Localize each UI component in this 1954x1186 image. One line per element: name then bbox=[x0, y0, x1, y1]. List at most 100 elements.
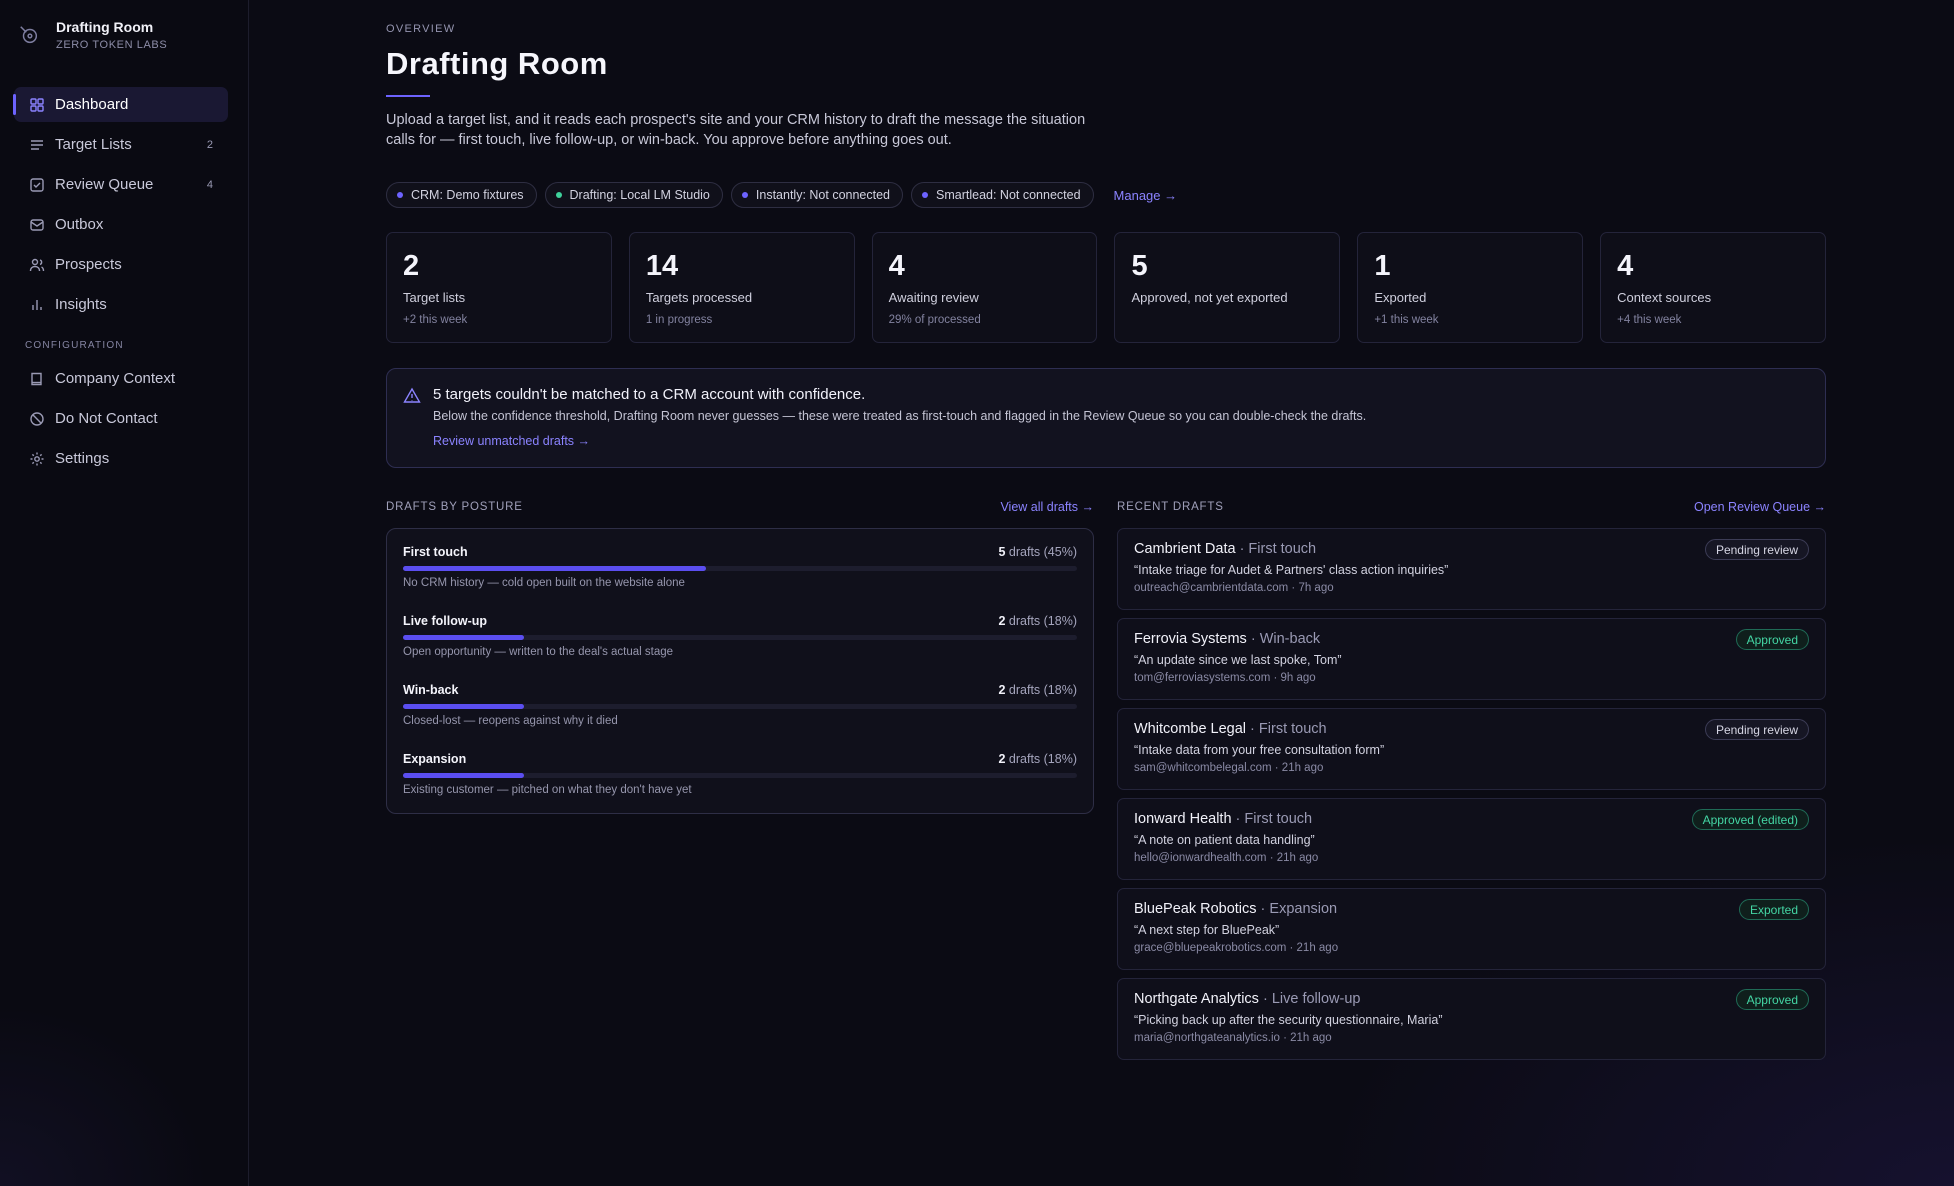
stat-label: Target lists bbox=[403, 290, 466, 305]
status-badge: Exported bbox=[1738, 899, 1809, 920]
checkbox-icon bbox=[29, 177, 45, 193]
sidebar-item-do-not-contact[interactable]: Do Not Contact bbox=[14, 401, 228, 436]
alert-body: Below the confidence threshold, Drafting… bbox=[433, 409, 1367, 423]
status-dot bbox=[555, 192, 562, 198]
stat-sub: +2 this week bbox=[403, 314, 468, 326]
stat-label: Exported bbox=[1374, 290, 1427, 305]
block-icon bbox=[29, 411, 45, 427]
sidebar-item-label: Outbox bbox=[55, 216, 104, 233]
sidebar-item-prospects[interactable]: Prospects bbox=[14, 247, 228, 282]
sidebar-item-label: Insights bbox=[55, 296, 107, 313]
status-dot bbox=[397, 192, 403, 198]
draft-company: BluePeak Robotics bbox=[1134, 901, 1257, 917]
stat-sub: +4 this week bbox=[1617, 314, 1682, 326]
page-title: Drafting Room bbox=[386, 46, 608, 81]
draft-card[interactable]: Northgate Analytics · Live follow-up “Pi… bbox=[1117, 978, 1826, 1060]
chip-label: Instantly: Not connected bbox=[755, 188, 890, 202]
users-icon bbox=[29, 257, 45, 273]
draft-meta: sam@whitcombelegal.com · 21h ago bbox=[1134, 762, 1324, 774]
draft-company: Ionward Health bbox=[1134, 811, 1232, 827]
stat-value: 2 bbox=[403, 250, 420, 282]
stats-row: 2 Target lists +2 this week 14 Targets p… bbox=[386, 232, 1826, 343]
posture-bar-fill bbox=[403, 704, 525, 709]
sidebar-item-label: Company Context bbox=[55, 370, 176, 387]
sidebar-item-label: Target Lists bbox=[55, 136, 132, 153]
draft-subject: “A next step for BluePeak” bbox=[1134, 923, 1280, 937]
draft-meta: hello@ionwardhealth.com · 21h ago bbox=[1134, 852, 1319, 864]
brand-org: ZERO TOKEN LABS bbox=[56, 39, 168, 51]
status-dot bbox=[741, 192, 748, 198]
gear-icon bbox=[29, 451, 45, 467]
chip-smartlead[interactable]: Smartlead: Not connected bbox=[911, 182, 1094, 208]
unmatched-alert: 5 targets couldn't be matched to a CRM a… bbox=[386, 368, 1826, 468]
sidebar-item-insights[interactable]: Insights bbox=[14, 287, 228, 322]
stat-value: 5 bbox=[1131, 250, 1148, 282]
chip-instantly[interactable]: Instantly: Not connected bbox=[730, 182, 903, 208]
posture-row-first-touch[interactable]: First touch 5 drafts (45%) No CRM history… bbox=[403, 545, 1077, 614]
stat-value: 4 bbox=[1617, 250, 1634, 282]
config-section-title: CONFIGURATION bbox=[25, 340, 124, 351]
posture-desc: No CRM history — cold open built on the … bbox=[403, 577, 685, 589]
sidebar-item-label: Prospects bbox=[55, 256, 122, 273]
sidebar-item-outbox[interactable]: Outbox bbox=[14, 207, 228, 242]
sidebar-item-settings[interactable]: Settings bbox=[14, 441, 228, 476]
list-icon bbox=[29, 137, 45, 153]
sidebar-item-count: 2 bbox=[206, 138, 213, 151]
draft-posture: · Live follow-up bbox=[1258, 991, 1361, 1007]
sidebar-item-company-context[interactable]: Company Context bbox=[14, 361, 228, 396]
stat-card-awaiting-review[interactable]: 4 Awaiting review 29% of processed bbox=[871, 232, 1098, 343]
stat-sub: 1 in progress bbox=[645, 314, 713, 326]
status-dot bbox=[922, 192, 928, 198]
posture-row-win-back[interactable]: Win-back 2 drafts (18%) Closed-lost — reo… bbox=[403, 683, 1077, 752]
stat-card-context-sources[interactable]: 4 Context sources +4 this week bbox=[1600, 232, 1826, 343]
view-all-drafts-link[interactable]: View all drafts → bbox=[1000, 500, 1094, 514]
stat-card-exported[interactable]: 1 Exported +1 this week bbox=[1357, 232, 1584, 343]
chip-drafting[interactable]: Drafting: Local LM Studio bbox=[544, 182, 723, 208]
posture-name: Live follow-up bbox=[403, 614, 488, 628]
status-badge: Approved bbox=[1735, 989, 1809, 1010]
section-title: RECENT DRAFTS bbox=[1117, 501, 1224, 513]
stat-card-approved[interactable]: 5 Approved, not yet exported bbox=[1114, 232, 1341, 343]
posture-count: 2 drafts (18%) bbox=[998, 614, 1077, 628]
posture-name: Win-back bbox=[403, 683, 459, 697]
posture-card: First touch 5 drafts (45%) No CRM history… bbox=[386, 528, 1094, 814]
sidebar-item-review-queue[interactable]: Review Queue 4 bbox=[14, 167, 228, 202]
main-nav: Dashboard Target Lists 2 Review Queue 4 … bbox=[13, 87, 228, 481]
posture-section-header: DRAFTS BY POSTURE View all drafts → bbox=[386, 500, 1094, 514]
draft-card[interactable]: BluePeak Robotics · Expansion “A next st… bbox=[1117, 888, 1826, 970]
status-badge: Pending review bbox=[1704, 539, 1809, 560]
draft-subject: “An update since we last spoke, Tom” bbox=[1134, 653, 1342, 667]
stat-sub: +1 this week bbox=[1374, 314, 1439, 326]
chip-label: Smartlead: Not connected bbox=[936, 188, 1081, 202]
draft-card[interactable]: Cambrient Data · First touch “Intake tri… bbox=[1117, 528, 1826, 610]
grid-icon bbox=[29, 97, 45, 113]
brand-name: Drafting Room bbox=[56, 19, 154, 35]
status-badge: Pending review bbox=[1704, 719, 1809, 740]
draft-card[interactable]: Ionward Health · First touch “A note on … bbox=[1117, 798, 1826, 880]
open-review-queue-link[interactable]: Open Review Queue → bbox=[1694, 500, 1826, 514]
chip-crm[interactable]: CRM: Demo fixtures bbox=[386, 182, 537, 208]
posture-bar-track bbox=[403, 635, 1077, 640]
stat-card-target-lists[interactable]: 2 Target lists +2 this week bbox=[386, 232, 612, 343]
posture-name: Expansion bbox=[403, 752, 467, 766]
review-unmatched-link[interactable]: Review unmatched drafts → bbox=[433, 434, 590, 448]
draft-posture: · Win-back bbox=[1246, 631, 1321, 647]
posture-desc: Closed-lost — reopens against why it die… bbox=[403, 715, 618, 727]
manage-integrations-link[interactable]: Manage → bbox=[1114, 188, 1178, 203]
posture-row-expansion[interactable]: Expansion 2 drafts (18%) Existing custome… bbox=[403, 752, 1077, 821]
integration-chips: CRM: Demo fixtures Drafting: Local LM St… bbox=[386, 182, 1177, 208]
draft-card[interactable]: Ferrovia Systems · Win-back “An update s… bbox=[1117, 618, 1826, 700]
chip-label: Drafting: Local LM Studio bbox=[569, 188, 710, 202]
draft-meta: outreach@cambrientdata.com · 7h ago bbox=[1134, 582, 1334, 594]
sidebar-item-target-lists[interactable]: Target Lists 2 bbox=[14, 127, 228, 162]
sidebar-item-dashboard[interactable]: Dashboard bbox=[13, 87, 228, 122]
draft-card[interactable]: Whitcombe Legal · First touch “Intake da… bbox=[1117, 708, 1826, 790]
stat-card-targets-processed[interactable]: 14 Targets processed 1 in progress bbox=[628, 232, 855, 343]
posture-row-live-follow-up[interactable]: Live follow-up 2 drafts (18%) Open opport… bbox=[403, 614, 1077, 683]
recent-drafts-list: Cambrient Data · First touch “Intake tri… bbox=[1117, 528, 1826, 1068]
posture-bar-track bbox=[403, 566, 1077, 571]
posture-count: 2 drafts (18%) bbox=[998, 683, 1077, 697]
sidebar: Drafting Room ZERO TOKEN LABS Dashboard … bbox=[0, 0, 249, 1186]
brand[interactable]: Drafting Room ZERO TOKEN LABS bbox=[18, 18, 167, 53]
draft-subject: “Intake data from your free consultation… bbox=[1134, 743, 1385, 757]
